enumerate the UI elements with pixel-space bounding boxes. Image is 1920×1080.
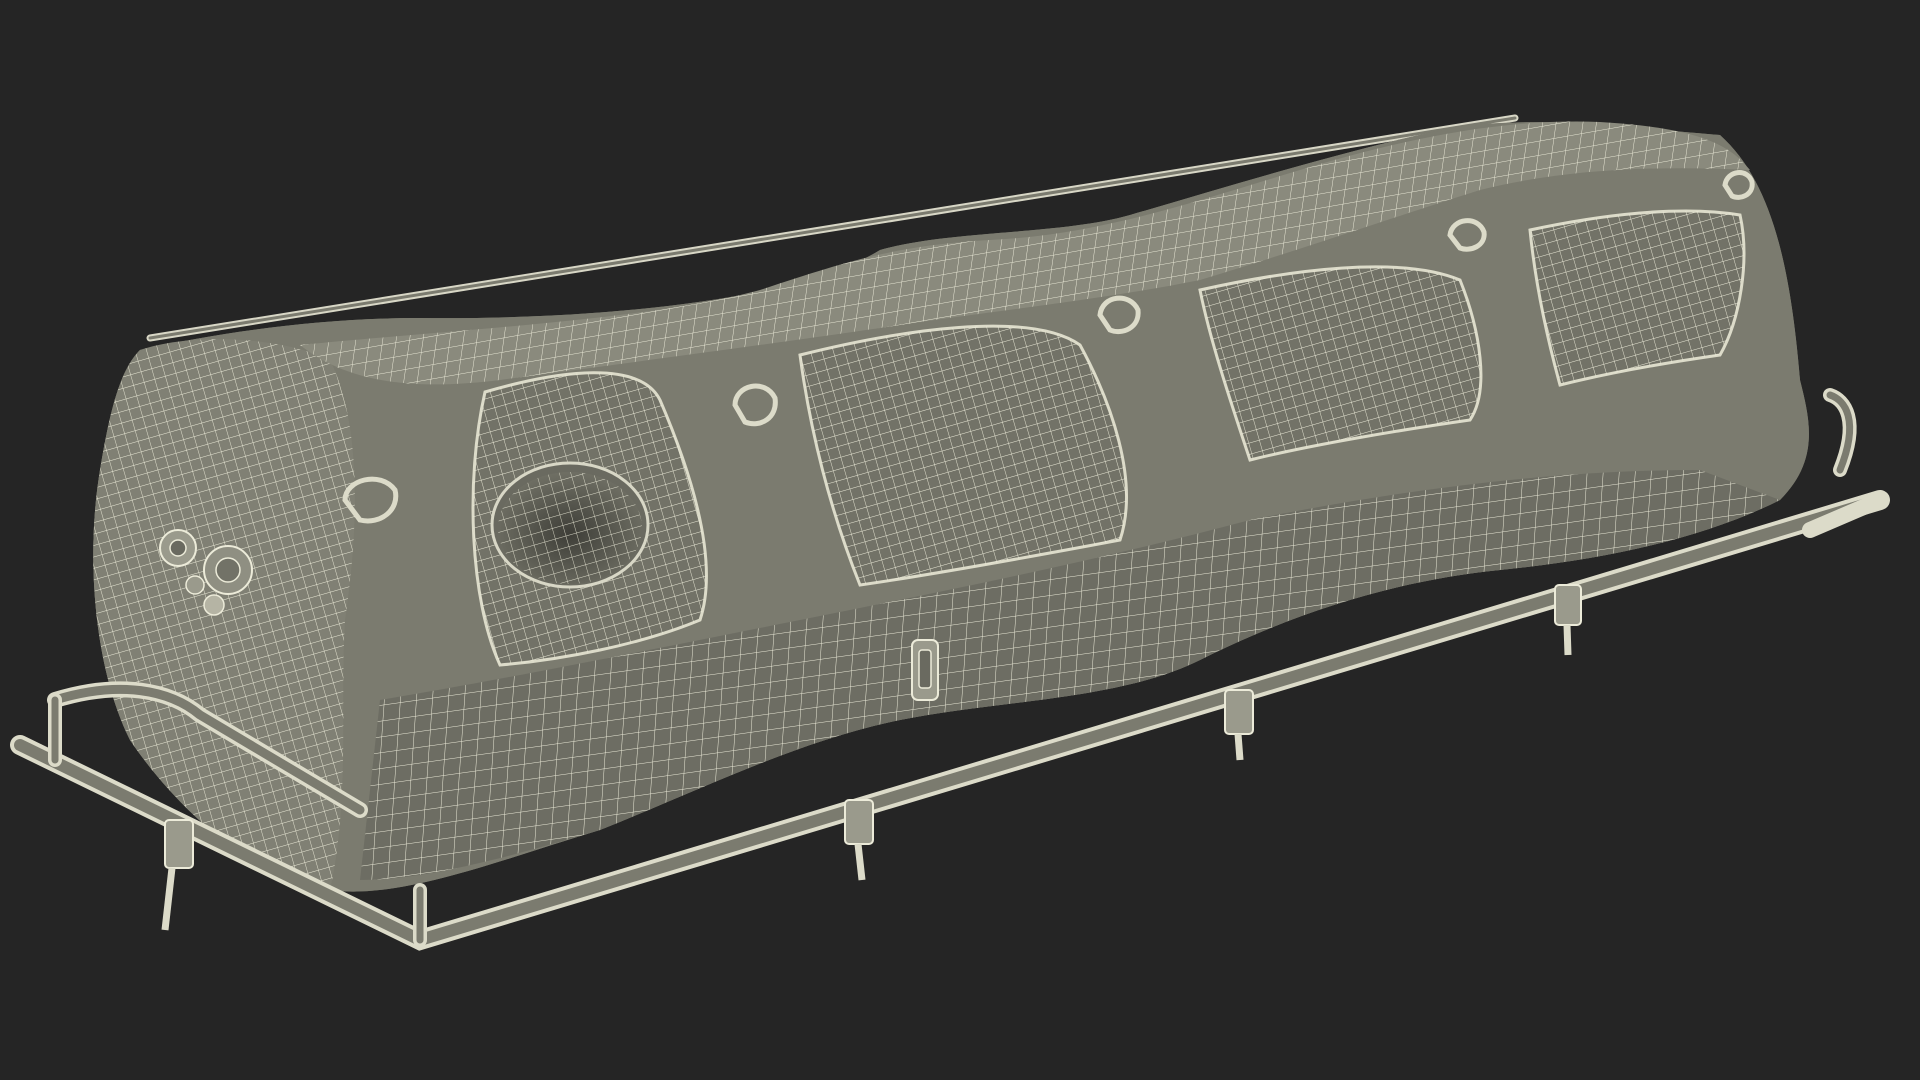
strap-clip bbox=[911, 639, 939, 701]
face-opening bbox=[490, 461, 650, 589]
render-viewport bbox=[0, 0, 1920, 1080]
wireframe-render bbox=[10, 114, 1890, 951]
